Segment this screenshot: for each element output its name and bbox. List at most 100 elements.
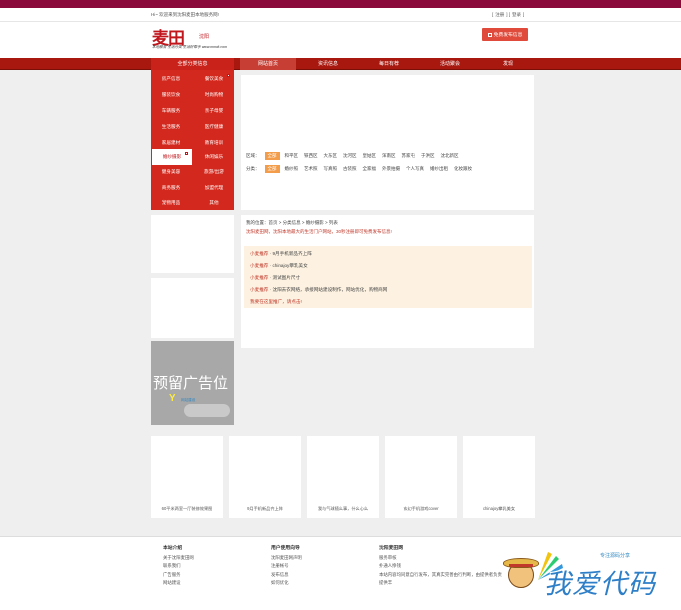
type-option[interactable]: 个人写真: [405, 166, 425, 172]
recommend-list: 小麦推荐 · 9月手机新品齐上阵 小麦推荐 · chinajoy攀乳美女 小麦推…: [244, 246, 532, 308]
post-info-button[interactable]: 免费发布信息: [482, 28, 528, 41]
welcome-text: Hi~ 欢迎来到沈阳麦田本地服务网!: [151, 12, 219, 17]
area-option[interactable]: 于洪区: [420, 153, 436, 159]
nav-news[interactable]: 资讯信息: [300, 58, 356, 70]
area-filter-label: 区域：: [246, 153, 260, 158]
area-filter: 区域： 全部 和平区 铁西区 大东区 沈河区 皇姑区 浑南区 苏家屯 于洪区 沈北新区: [245, 152, 464, 160]
category-item[interactable]: 生活服务: [151, 119, 191, 135]
area-option[interactable]: 大东区: [323, 153, 339, 159]
nav-home[interactable]: 网站首页: [240, 58, 296, 70]
type-option[interactable]: 全家福: [362, 166, 378, 172]
ad-shadow: [184, 404, 230, 417]
category-panel: 房产信息 餐饮美食 服装饮食 时尚购物 车辆服务 亲子母婴 生活服务 医疗健康 …: [151, 70, 234, 210]
area-option[interactable]: 沈北新区: [440, 153, 460, 159]
promote-link[interactable]: 我要在这里推广，请点击!: [250, 299, 302, 305]
category-item[interactable]: 医疗健康: [194, 119, 234, 135]
footer-link[interactable]: 发布信息: [271, 571, 302, 579]
type-option[interactable]: 化妆跟妆: [453, 166, 473, 172]
side-box: [151, 278, 234, 338]
category-item[interactable]: 休闲娱乐: [194, 149, 234, 165]
logo-city: 沈阳: [199, 34, 210, 40]
type-option[interactable]: 全部: [264, 165, 280, 173]
category-item[interactable]: 时尚购物: [194, 87, 234, 103]
category-item[interactable]: 健身美容: [151, 164, 191, 180]
area-option[interactable]: 苏家屯: [401, 153, 417, 159]
category-item[interactable]: 车辆服务: [151, 103, 191, 119]
type-option[interactable]: 婚纱出租: [429, 166, 449, 172]
type-option[interactable]: 外景拍摄: [381, 166, 401, 172]
thumbnail-card[interactable]: 9月手机新品齐上阵: [229, 436, 301, 518]
post-info-label: 免费发布信息: [493, 33, 523, 38]
category-item[interactable]: 加盟代理: [194, 180, 234, 196]
area-option[interactable]: 和平区: [284, 153, 300, 159]
category-item[interactable]: 宠物用品: [151, 195, 191, 211]
footer-link[interactable]: 服务审核: [379, 554, 502, 562]
watermark-slogan: 专注源码分享: [600, 553, 631, 559]
main-nav: 全部分类信息 网站首页 资讯信息 每日有荐 活动聚会 发现: [0, 58, 681, 70]
nav-events[interactable]: 活动聚会: [422, 58, 478, 70]
nav-discover[interactable]: 发现: [480, 58, 536, 70]
edit-icon: [487, 32, 492, 37]
list-item[interactable]: 小麦推荐 · 沈阳去衣网络，承接网站建设制作，网站优化，购物商网: [250, 287, 387, 293]
filter-box: [241, 75, 534, 210]
footer-link[interactable]: 注册帐号: [271, 562, 302, 570]
footer-text: 提供丰: [379, 580, 393, 586]
footer-link[interactable]: 扑通人挣钱: [379, 562, 502, 570]
area-option[interactable]: 铁西区: [303, 153, 319, 159]
footer-link[interactable]: 广告服务: [163, 571, 194, 579]
list-item[interactable]: 小麦推荐 · 测试图片尺寸: [250, 275, 300, 281]
category-item[interactable]: 商务服务: [151, 180, 191, 196]
hat-band-icon: [509, 564, 533, 567]
list-item[interactable]: 小麦推荐 · 9月手机新品齐上阵: [250, 251, 312, 257]
footer-link[interactable]: 如何优化: [271, 579, 302, 587]
nav-daily[interactable]: 每日有荐: [361, 58, 417, 70]
footer-link[interactable]: 关于沈阳麦田网: [163, 554, 194, 562]
type-filter-label: 分类：: [246, 166, 260, 171]
category-item[interactable]: 房产信息: [151, 71, 191, 87]
register-link[interactable]: 注册: [495, 12, 504, 17]
category-item[interactable]: 旅游/出游: [194, 164, 234, 180]
site-logo[interactable]: 麦田 沈阳 本地服务 生活分类 生活好帮手 www.mmdt.com: [152, 24, 242, 52]
type-option[interactable]: 艺术照: [303, 166, 319, 172]
login-link[interactable]: 登录: [512, 12, 521, 17]
ad-slot[interactable]: 预留广告位 Y 网站建设: [151, 341, 234, 425]
footer-link[interactable]: 网站建设: [163, 579, 194, 587]
watermark-text: 我爱代码: [544, 569, 656, 600]
thumbnail-card[interactable]: 60平米两室一厅装修效果图: [151, 436, 223, 518]
thumbnail-caption: chinajoy攀乳美女: [482, 506, 516, 511]
category-item[interactable]: 餐饮美食: [194, 71, 234, 87]
category-item-active[interactable]: 婚纱摄影: [152, 149, 192, 165]
all-categories-tab[interactable]: 全部分类信息: [151, 58, 234, 70]
footer-link[interactable]: 联系我们: [163, 562, 194, 570]
footer-title: 用户使用向导: [271, 546, 300, 551]
footer-link[interactable]: 沈阳麦田网声明: [271, 554, 302, 562]
area-option[interactable]: 全部: [264, 152, 280, 160]
top-strip: [0, 0, 681, 8]
new-badge-icon: [185, 152, 188, 155]
thumbnail-caption: 60平米两室一厅装修效果图: [161, 506, 213, 511]
side-box: [151, 215, 234, 273]
ad-text: 预留广告位: [153, 374, 229, 392]
area-option[interactable]: 浑南区: [381, 153, 397, 159]
category-item[interactable]: 其他: [194, 195, 234, 211]
header: 麦田 沈阳 本地服务 生活分类 生活好帮手 www.mmdt.com 免费发布信…: [0, 22, 681, 58]
thumbnail-caption: 9月手机新品齐上阵: [247, 506, 283, 511]
category-item[interactable]: 亲子母婴: [194, 103, 234, 119]
footer-text: 本站内容均同意自行发布，其真实完善由行判断，由提供者负责: [379, 571, 502, 577]
category-item[interactable]: 服装饮食: [151, 87, 191, 103]
thumbnail-card[interactable]: chinajoy攀乳美女: [463, 436, 535, 518]
logo-tagline: 本地服务 生活分类 生活好帮手 www.mmdt.com: [152, 45, 228, 49]
thumbnail-card[interactable]: 玄幻手机游戏cover: [385, 436, 457, 518]
type-option[interactable]: 古装照: [342, 166, 358, 172]
new-badge-icon: [227, 74, 230, 77]
footer-title: 沈阳麦田网: [379, 546, 403, 551]
type-filter: 分类： 全部 婚纱照 艺术照 写真照 古装照 全家福 外景拍摄 个人写真 婚纱出租 化妆跟妆: [245, 165, 477, 173]
type-option[interactable]: 写真照: [323, 166, 339, 172]
area-option[interactable]: 皇姑区: [362, 153, 378, 159]
thumbnail-caption: 玄幻手机游戏cover: [403, 506, 439, 511]
ad-logo-icon: Y: [169, 393, 176, 404]
list-item[interactable]: 小麦推荐 · chinajoy攀乳美女: [250, 263, 308, 269]
type-option[interactable]: 婚纱照: [284, 166, 300, 172]
area-option[interactable]: 沈河区: [342, 153, 358, 159]
thumbnail-card[interactable]: 我与气球随么事，什么心么: [307, 436, 379, 518]
